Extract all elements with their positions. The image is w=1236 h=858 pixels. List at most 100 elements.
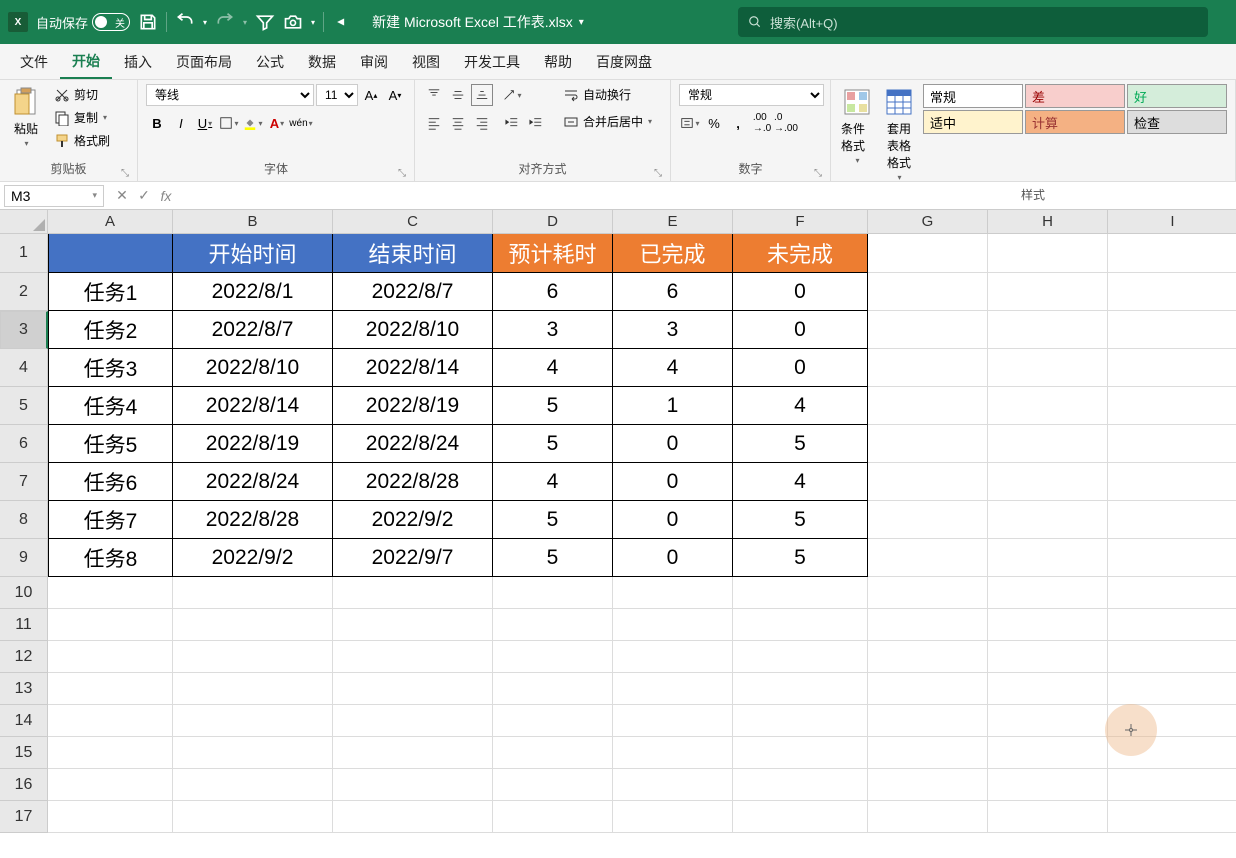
- cell[interactable]: [493, 577, 613, 609]
- cell[interactable]: 2022/8/14: [173, 387, 333, 425]
- accounting-format-icon[interactable]: ▾: [679, 112, 701, 134]
- cell[interactable]: [613, 737, 733, 769]
- autosave-toggle[interactable]: 自动保存 关: [36, 13, 130, 32]
- row-header[interactable]: 7: [0, 463, 48, 501]
- cell[interactable]: 5: [493, 539, 613, 577]
- cell[interactable]: 1: [613, 387, 733, 425]
- cell[interactable]: 2022/9/2: [173, 539, 333, 577]
- cell[interactable]: [733, 641, 868, 673]
- cell[interactable]: [1108, 234, 1236, 273]
- cell[interactable]: 0: [613, 425, 733, 463]
- cell[interactable]: 未完成: [733, 234, 868, 273]
- cell[interactable]: [1108, 425, 1236, 463]
- cell[interactable]: 任务3: [48, 349, 173, 387]
- cell[interactable]: 2022/8/24: [173, 463, 333, 501]
- row-header[interactable]: 17: [0, 801, 48, 833]
- cell[interactable]: 2022/8/7: [173, 311, 333, 349]
- row-header[interactable]: 16: [0, 769, 48, 801]
- cell[interactable]: [493, 801, 613, 833]
- filter-icon[interactable]: [255, 12, 275, 32]
- cell[interactable]: 2022/8/28: [333, 463, 493, 501]
- cell[interactable]: [1108, 801, 1236, 833]
- row-header[interactable]: 6: [0, 425, 48, 463]
- cell[interactable]: [988, 673, 1108, 705]
- cell[interactable]: 5: [493, 501, 613, 539]
- cell[interactable]: 0: [733, 311, 868, 349]
- cell[interactable]: 5: [733, 501, 868, 539]
- cell[interactable]: [613, 801, 733, 833]
- cell[interactable]: [333, 801, 493, 833]
- cell[interactable]: 2022/8/19: [173, 425, 333, 463]
- number-format-select[interactable]: 常规: [679, 84, 824, 106]
- cell[interactable]: [493, 641, 613, 673]
- format-as-table-button[interactable]: 套用 表格格式▾: [881, 84, 917, 184]
- align-center-icon[interactable]: [447, 112, 469, 134]
- cell[interactable]: [1108, 349, 1236, 387]
- row-header[interactable]: 12: [0, 641, 48, 673]
- col-header[interactable]: C: [333, 210, 493, 234]
- cell[interactable]: 5: [733, 539, 868, 577]
- select-all-corner[interactable]: [0, 210, 48, 234]
- cell[interactable]: [1108, 273, 1236, 311]
- row-header[interactable]: 13: [0, 673, 48, 705]
- cell[interactable]: 预计耗时: [493, 234, 613, 273]
- cell[interactable]: [988, 737, 1108, 769]
- cell[interactable]: [333, 609, 493, 641]
- orientation-icon[interactable]: ▾: [501, 84, 523, 106]
- menu-item-10[interactable]: 百度网盘: [584, 44, 664, 79]
- cancel-icon[interactable]: ✕: [112, 186, 132, 206]
- cell[interactable]: [988, 641, 1108, 673]
- row-header[interactable]: 2: [0, 273, 48, 311]
- spreadsheet-grid[interactable]: ABCDEFGHI 1234567891011121314151617 开始时间…: [0, 210, 1236, 858]
- cell[interactable]: 0: [733, 349, 868, 387]
- cell[interactable]: [868, 609, 988, 641]
- cell[interactable]: [48, 801, 173, 833]
- cell[interactable]: [173, 577, 333, 609]
- cell[interactable]: 2022/9/2: [333, 501, 493, 539]
- fx-icon[interactable]: fx: [156, 186, 176, 206]
- menu-item-1[interactable]: 开始: [60, 44, 112, 79]
- italic-button[interactable]: I: [170, 112, 192, 134]
- cell[interactable]: [733, 705, 868, 737]
- cell[interactable]: 6: [613, 273, 733, 311]
- cell[interactable]: [333, 673, 493, 705]
- menu-item-2[interactable]: 插入: [112, 44, 164, 79]
- col-header[interactable]: I: [1108, 210, 1236, 234]
- row-header[interactable]: 5: [0, 387, 48, 425]
- row-header[interactable]: 14: [0, 705, 48, 737]
- cell[interactable]: [988, 769, 1108, 801]
- cell[interactable]: [333, 769, 493, 801]
- cell[interactable]: [173, 705, 333, 737]
- row-header[interactable]: 1: [0, 234, 48, 273]
- cell[interactable]: [868, 641, 988, 673]
- cell[interactable]: [493, 705, 613, 737]
- cell[interactable]: [988, 387, 1108, 425]
- border-button[interactable]: ▾: [218, 112, 240, 134]
- cell[interactable]: [988, 705, 1108, 737]
- row-header[interactable]: 3: [0, 311, 48, 349]
- cell[interactable]: 任务7: [48, 501, 173, 539]
- cell[interactable]: 任务8: [48, 539, 173, 577]
- comma-icon[interactable]: ,: [727, 112, 749, 134]
- cell[interactable]: [1108, 609, 1236, 641]
- cell[interactable]: [868, 425, 988, 463]
- cell[interactable]: 2022/8/19: [333, 387, 493, 425]
- cell[interactable]: 4: [493, 463, 613, 501]
- cell[interactable]: [1108, 539, 1236, 577]
- cell[interactable]: [988, 311, 1108, 349]
- cell[interactable]: 2022/8/28: [173, 501, 333, 539]
- row-header[interactable]: 8: [0, 501, 48, 539]
- save-icon[interactable]: [138, 12, 158, 32]
- cell[interactable]: [1108, 673, 1236, 705]
- cell[interactable]: [988, 463, 1108, 501]
- wrap-text-button[interactable]: 自动换行: [559, 84, 656, 105]
- menu-item-6[interactable]: 审阅: [348, 44, 400, 79]
- redo-icon[interactable]: [215, 12, 235, 32]
- cell[interactable]: [868, 463, 988, 501]
- cell[interactable]: 2022/8/1: [173, 273, 333, 311]
- cell[interactable]: [988, 501, 1108, 539]
- menu-item-9[interactable]: 帮助: [532, 44, 584, 79]
- cell[interactable]: [173, 641, 333, 673]
- cell[interactable]: 0: [613, 539, 733, 577]
- menu-item-4[interactable]: 公式: [244, 44, 296, 79]
